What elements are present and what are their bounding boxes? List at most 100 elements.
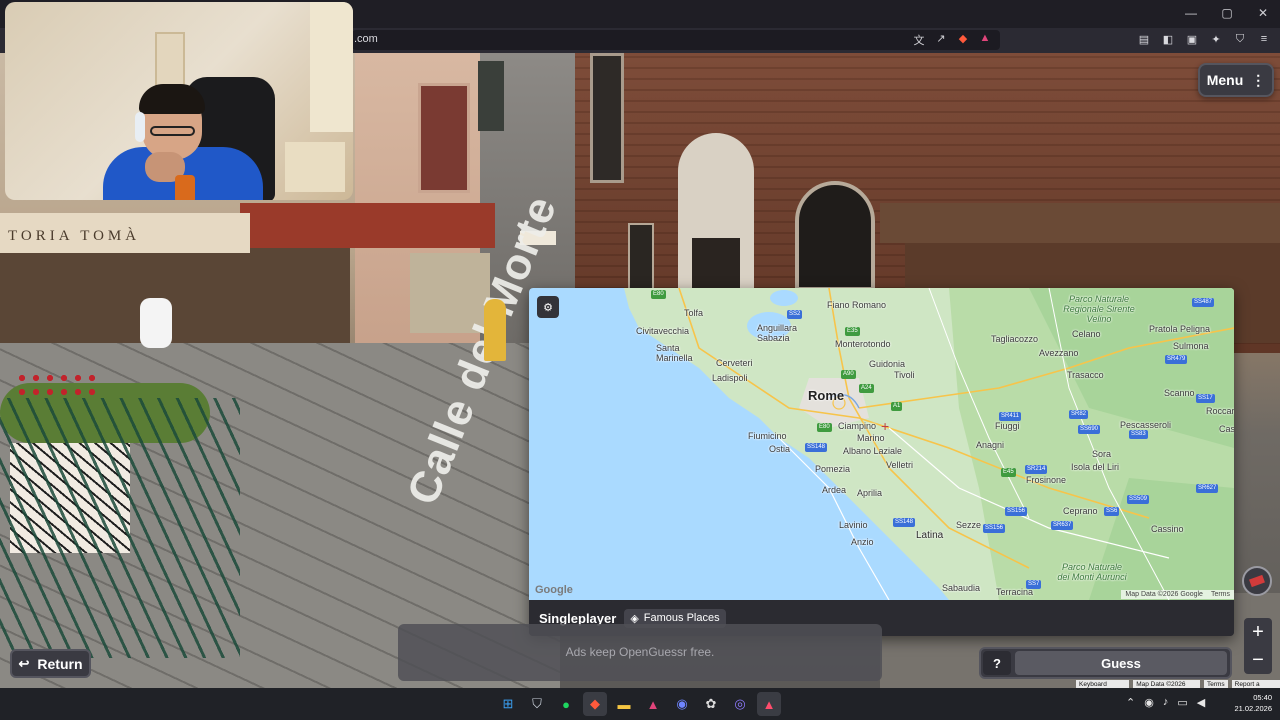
discord-icon[interactable]: ◉ bbox=[670, 692, 694, 716]
webcam-curtain bbox=[310, 2, 353, 132]
translate-icon[interactable]: 文 bbox=[912, 32, 926, 48]
menu-button[interactable]: Menu ⋮ bbox=[1198, 63, 1274, 97]
map-label-sulmona: Sulmona bbox=[1173, 341, 1209, 351]
zoom-in-button[interactable]: + bbox=[1244, 618, 1272, 646]
small-window bbox=[628, 223, 654, 293]
chevron-up-icon[interactable]: ⌃ bbox=[1126, 696, 1135, 709]
map-label-isola-liri: Isola del Liri bbox=[1071, 462, 1120, 472]
url-text[interactable]: .com bbox=[354, 33, 378, 45]
map-label-parco-sirente: Parco Naturale Regionale Sirente Velino bbox=[1063, 294, 1135, 324]
shuttered-window bbox=[418, 83, 470, 193]
compass-icon[interactable] bbox=[1242, 566, 1272, 596]
file-explorer-icon[interactable]: ▬ bbox=[612, 692, 636, 716]
map-label-aprilia: Aprilia bbox=[857, 488, 883, 498]
hamburger-menu-icon[interactable]: ≡ bbox=[1258, 33, 1270, 46]
return-label: Return bbox=[37, 655, 83, 672]
map-label-sezze: Sezze bbox=[956, 520, 982, 530]
webcam-box bbox=[285, 142, 345, 192]
road-shield: SR627 bbox=[1196, 484, 1219, 493]
system-clock[interactable]: 05:40 21.02.2026 bbox=[1228, 692, 1272, 714]
share-icon[interactable]: ↗ bbox=[934, 32, 948, 48]
guess-button[interactable]: Guess bbox=[1015, 651, 1227, 675]
obs-icon[interactable]: ◎ bbox=[728, 692, 752, 716]
minimize-button[interactable]: — bbox=[1184, 6, 1198, 20]
help-button[interactable]: ? bbox=[983, 651, 1011, 675]
road-shield: SS509 bbox=[1127, 495, 1150, 504]
barred-window bbox=[590, 53, 624, 183]
map-label-pratola: Pratola Peligna bbox=[1149, 324, 1211, 334]
road-shield: SS487 bbox=[1192, 298, 1215, 307]
map-attribution: Map Data ©2026 Google Terms bbox=[1121, 590, 1234, 599]
road-shield: E45 bbox=[1001, 468, 1016, 477]
map-label-rome: Rome bbox=[808, 388, 845, 403]
road-shield: SS2 bbox=[787, 310, 803, 319]
return-button[interactable]: ↩ Return bbox=[10, 649, 91, 678]
sidebar-icon[interactable]: ◧ bbox=[1162, 33, 1174, 46]
url-bar[interactable]: .com 文 ↗ ◆ ▲ bbox=[352, 30, 1000, 50]
microphone-icon[interactable]: ♪ bbox=[1163, 696, 1169, 709]
vpn-icon[interactable]: ⛉ bbox=[1234, 33, 1246, 46]
guess-bar: ? Guess bbox=[979, 647, 1232, 679]
screen: — ▢ ✕ .com 文 ↗ ◆ ▲ ▤ ◧ ▣ ✦ ⛉ ≡ TORIA TOM… bbox=[0, 0, 1280, 720]
affinity-icon[interactable]: ▲ bbox=[641, 692, 665, 716]
arched-barred-window bbox=[795, 181, 875, 291]
start-menu-icon[interactable]: ⊞ bbox=[496, 692, 520, 716]
ai-icon[interactable]: ✦ bbox=[1210, 33, 1222, 46]
spotify-icon[interactable]: ● bbox=[554, 692, 578, 716]
road-shield: E35 bbox=[845, 327, 860, 336]
volume-icon[interactable]: ◀ bbox=[1197, 696, 1205, 709]
ad-text: Ads keep OpenGuessr free. bbox=[565, 644, 715, 659]
flowers bbox=[15, 371, 95, 401]
map-label-sabaudia: Sabaudia bbox=[942, 583, 981, 593]
road-shield: A24 bbox=[859, 384, 874, 393]
map-label-frosinone: Frosinone bbox=[1026, 475, 1067, 485]
zoom-out-button[interactable]: − bbox=[1244, 646, 1272, 674]
map-label-fiumicino: Fiumicino bbox=[748, 431, 787, 441]
map-label-fiuggi: Fiuggi bbox=[995, 421, 1020, 431]
chatgpt-icon[interactable]: ✿ bbox=[699, 692, 723, 716]
road-shield: SS156 bbox=[1005, 507, 1028, 516]
affinity-active-icon[interactable]: ▲ bbox=[757, 692, 781, 716]
map-label-albano: Albano Laziale bbox=[843, 446, 903, 456]
map-label-castel-sangro: Castel di Sangro bbox=[1219, 424, 1234, 434]
green-fence bbox=[0, 398, 240, 658]
map-label-ladispoli: Ladispoli bbox=[712, 373, 748, 383]
map-terms-link[interactable]: Terms bbox=[1211, 591, 1230, 598]
map-label-ciampino: Ciampino bbox=[838, 421, 877, 431]
road-shield: A90 bbox=[841, 370, 856, 379]
brave-rewards-icon[interactable]: ▲ bbox=[978, 32, 992, 48]
brave-shield-icon[interactable]: ◆ bbox=[956, 32, 970, 48]
road-shield: E80 bbox=[651, 290, 666, 299]
close-button[interactable]: ✕ bbox=[1256, 6, 1270, 20]
window-controls: — ▢ ✕ bbox=[1184, 6, 1270, 20]
crosshair-icon: + bbox=[881, 418, 890, 434]
browser-toolbar-icons: ▤ ◧ ▣ ✦ ⛉ ≡ bbox=[1138, 33, 1270, 46]
wallet-icon[interactable]: ▣ bbox=[1186, 33, 1198, 46]
map-label-lavinio: Lavinio bbox=[839, 520, 868, 530]
map-label-cerveteri: Cerveteri bbox=[716, 358, 753, 368]
road-shield: SS690 bbox=[1078, 425, 1101, 434]
reader-mode-icon[interactable]: ▤ bbox=[1138, 33, 1150, 46]
discord-tray-icon[interactable]: ◉ bbox=[1144, 696, 1154, 709]
webcam-overlay bbox=[5, 2, 353, 200]
brave-browser-icon[interactable]: ◆ bbox=[583, 692, 607, 716]
map-label-civitavecchia: Civitavecchia bbox=[636, 326, 690, 336]
map-label-cassino: Cassino bbox=[1151, 524, 1184, 534]
url-bar-icons: 文 ↗ ◆ ▲ bbox=[912, 32, 992, 48]
guess-map-panel[interactable]: Tolfa Civitavecchia Fiano Romano Anguill… bbox=[529, 288, 1234, 636]
map-terrain bbox=[624, 288, 1234, 600]
ad-placeholder: Ads keep OpenGuessr free. bbox=[398, 624, 882, 681]
road-shield: SR82 bbox=[1069, 410, 1089, 419]
map-label-pomezia: Pomezia bbox=[815, 464, 851, 474]
network-icon[interactable]: ▭ bbox=[1177, 696, 1187, 709]
map-label-anguillara: Anguillara Sabazia bbox=[757, 323, 798, 343]
map-label-fiano-romano: Fiano Romano bbox=[827, 300, 887, 310]
security-shield-icon[interactable]: ⛉ bbox=[525, 692, 549, 716]
maximize-button[interactable]: ▢ bbox=[1220, 6, 1234, 20]
map-settings-icon[interactable]: ⚙ bbox=[537, 296, 559, 318]
guess-map[interactable]: Tolfa Civitavecchia Fiano Romano Anguill… bbox=[529, 288, 1234, 600]
clock-time: 05:40 bbox=[1253, 693, 1272, 702]
map-data-text: Map Data ©2026 Google bbox=[1125, 591, 1203, 598]
road-shield: SS17 bbox=[1196, 394, 1215, 403]
map-label-latina: Latina bbox=[916, 530, 944, 541]
